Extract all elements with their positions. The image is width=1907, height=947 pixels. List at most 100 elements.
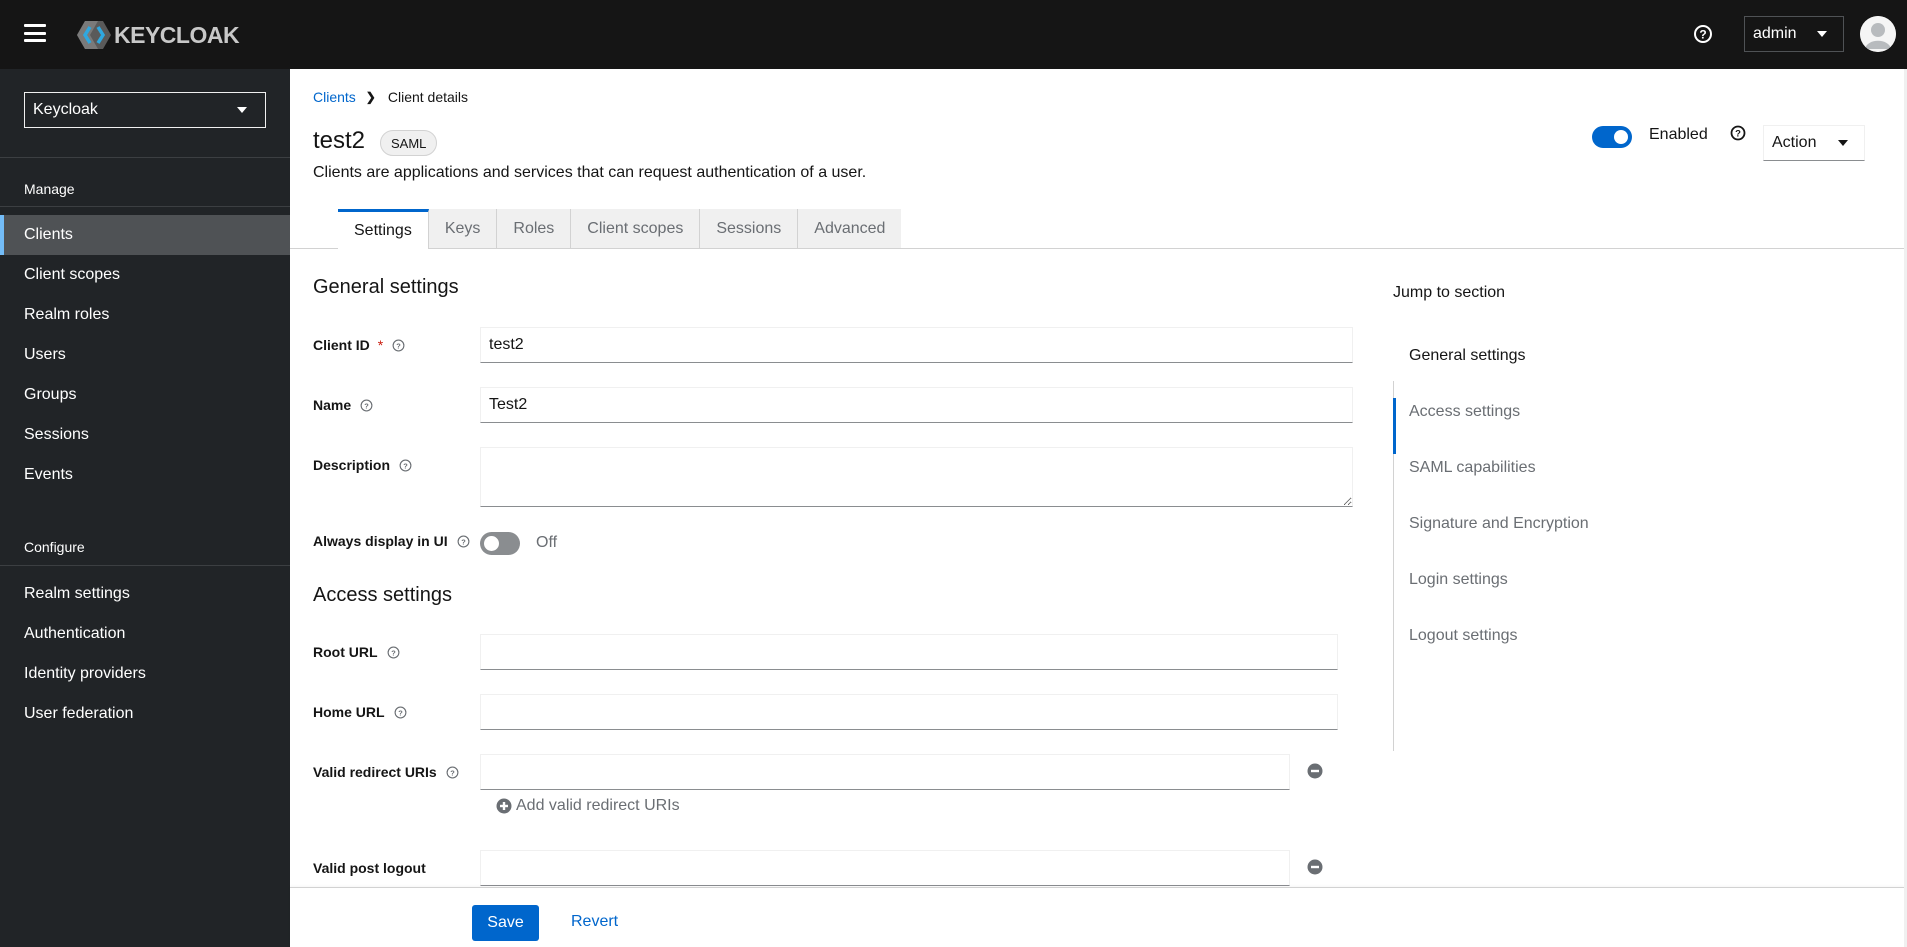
jump-link-access-settings[interactable]: Access settings (1409, 403, 1520, 421)
help-icon[interactable]: ? (1693, 24, 1713, 44)
sidebar-item-sessions[interactable]: Sessions (0, 415, 290, 455)
help-icon[interactable]: ? (446, 766, 459, 779)
action-dropdown[interactable]: Action (1763, 125, 1865, 161)
enabled-toggle[interactable] (1592, 126, 1632, 148)
help-icon[interactable]: ? (392, 339, 405, 352)
jump-link-logout-settings[interactable]: Logout settings (1409, 627, 1518, 645)
user-avatar-icon (1860, 16, 1896, 52)
caret-down-icon (1838, 140, 1848, 146)
svg-text:?: ? (391, 648, 396, 657)
always-display-toggle[interactable] (480, 532, 520, 555)
toggle-knob (1614, 130, 1628, 144)
tab-client-scopes[interactable]: Client scopes (571, 209, 701, 248)
add-redirect-uri-button[interactable]: Add valid redirect URIs (496, 797, 680, 815)
help-icon[interactable]: ? (387, 646, 400, 659)
sidebar-item-users[interactable]: Users (0, 335, 290, 375)
sidebar-item-realm-roles[interactable]: Realm roles (0, 295, 290, 335)
sidebar-item-events[interactable]: Events (0, 455, 290, 495)
user-menu-dropdown[interactable]: admin (1744, 16, 1844, 52)
realm-selector-label: Keycloak (33, 101, 98, 118)
revert-button[interactable]: Revert (571, 913, 618, 931)
svg-text:?: ? (461, 537, 466, 546)
masthead: KEYCLOAK ? admin (0, 0, 1907, 69)
name-label-text: Name (313, 397, 352, 413)
client-id-input[interactable] (480, 327, 1353, 363)
svg-text:?: ? (403, 461, 408, 470)
user-menu-label: admin (1753, 25, 1797, 42)
chevron-right-icon: ❯ (365, 90, 376, 104)
tab-sessions[interactable]: Sessions (700, 209, 799, 248)
sidebar-item-client-scopes[interactable]: Client scopes (0, 255, 290, 295)
plus-circle-icon (496, 798, 512, 814)
help-icon[interactable]: ? (394, 706, 407, 719)
breadcrumb-link-clients[interactable]: Clients (313, 89, 356, 105)
general-settings-heading: General settings (313, 276, 459, 298)
post-logout-label-text: Valid post logout (313, 860, 426, 876)
nav-group-configure-title: Configure (24, 539, 85, 555)
home-url-label: Home URL ? (313, 704, 407, 720)
svg-text:?: ? (1699, 28, 1706, 42)
save-button[interactable]: Save (472, 905, 539, 941)
svg-text:?: ? (364, 401, 369, 410)
tab-keys[interactable]: Keys (428, 209, 498, 248)
always-display-label-text: Always display in UI (313, 533, 448, 549)
keycloak-logo[interactable]: KEYCLOAK (76, 20, 240, 50)
description-label-text: Description (313, 457, 391, 473)
realm-selector[interactable]: Keycloak (24, 92, 266, 128)
jump-link-saml-capabilities[interactable]: SAML capabilities (1409, 459, 1536, 477)
svg-text:?: ? (450, 768, 455, 777)
help-icon[interactable]: ? (457, 535, 470, 548)
name-label: Name ? (313, 397, 373, 413)
svg-text:?: ? (396, 341, 401, 350)
avatar[interactable] (1860, 16, 1896, 52)
remove-redirect-uri-icon[interactable] (1307, 763, 1323, 779)
home-url-label-text: Home URL (313, 704, 385, 720)
sidebar-item-authentication[interactable]: Authentication (0, 614, 290, 654)
brand-name: KEYCLOAK (114, 21, 240, 48)
sidebar-item-realm-settings[interactable]: Realm settings (0, 574, 290, 614)
hamburger-menu-button[interactable] (24, 24, 46, 42)
sidebar-item-clients[interactable]: Clients (0, 215, 290, 255)
help-icon[interactable]: ? (1730, 125, 1746, 141)
client-id-label-text: Client ID (313, 337, 370, 353)
redirect-uris-label-text: Valid redirect URIs (313, 764, 437, 780)
sidebar-divider (0, 565, 290, 566)
help-icon[interactable]: ? (399, 459, 412, 472)
access-settings-heading: Access settings (313, 584, 452, 606)
action-dropdown-label: Action (1772, 134, 1817, 151)
root-url-label: Root URL ? (313, 644, 400, 660)
jump-link-general-settings[interactable]: General settings (1409, 347, 1526, 365)
enabled-label: Enabled (1649, 126, 1708, 143)
tab-advanced[interactable]: Advanced (798, 209, 902, 248)
tab-settings[interactable]: Settings (338, 209, 429, 249)
client-id-label: Client ID * ? (313, 337, 405, 353)
sidebar-item-groups[interactable]: Groups (0, 375, 290, 415)
keycloak-logo-icon (77, 21, 111, 49)
form-action-bar: Save Revert (290, 887, 1904, 947)
root-url-input[interactable] (480, 634, 1338, 670)
post-logout-label: Valid post logout (313, 860, 426, 876)
sidebar-item-user-federation[interactable]: User federation (0, 694, 290, 734)
caret-down-icon (237, 107, 247, 113)
description-textarea[interactable] (480, 447, 1353, 507)
jump-link-signature-encryption[interactable]: Signature and Encryption (1409, 515, 1589, 533)
sidebar-divider (0, 206, 290, 207)
help-icon[interactable]: ? (360, 399, 373, 412)
add-redirect-uri-label: Add valid redirect URIs (516, 797, 680, 814)
name-input[interactable] (480, 387, 1353, 423)
protocol-badge: SAML (380, 130, 438, 156)
page-description: Clients are applications and services th… (313, 164, 867, 181)
sidebar-item-identity-providers[interactable]: Identity providers (0, 654, 290, 694)
tab-roles[interactable]: Roles (497, 209, 572, 248)
required-indicator: * (377, 337, 384, 353)
post-logout-uri-input[interactable] (480, 850, 1290, 886)
toggle-knob (484, 536, 499, 551)
redirect-uri-input[interactable] (480, 754, 1290, 790)
jump-link-login-settings[interactable]: Login settings (1409, 571, 1508, 589)
jump-to-section-title: Jump to section (1393, 284, 1506, 301)
home-url-input[interactable] (480, 694, 1338, 730)
remove-post-logout-uri-icon[interactable] (1307, 859, 1323, 875)
root-url-label-text: Root URL (313, 644, 378, 660)
page-title: test2 (313, 127, 366, 154)
main-content: Clients ❯ Client details test2 SAML Clie… (290, 69, 1904, 947)
